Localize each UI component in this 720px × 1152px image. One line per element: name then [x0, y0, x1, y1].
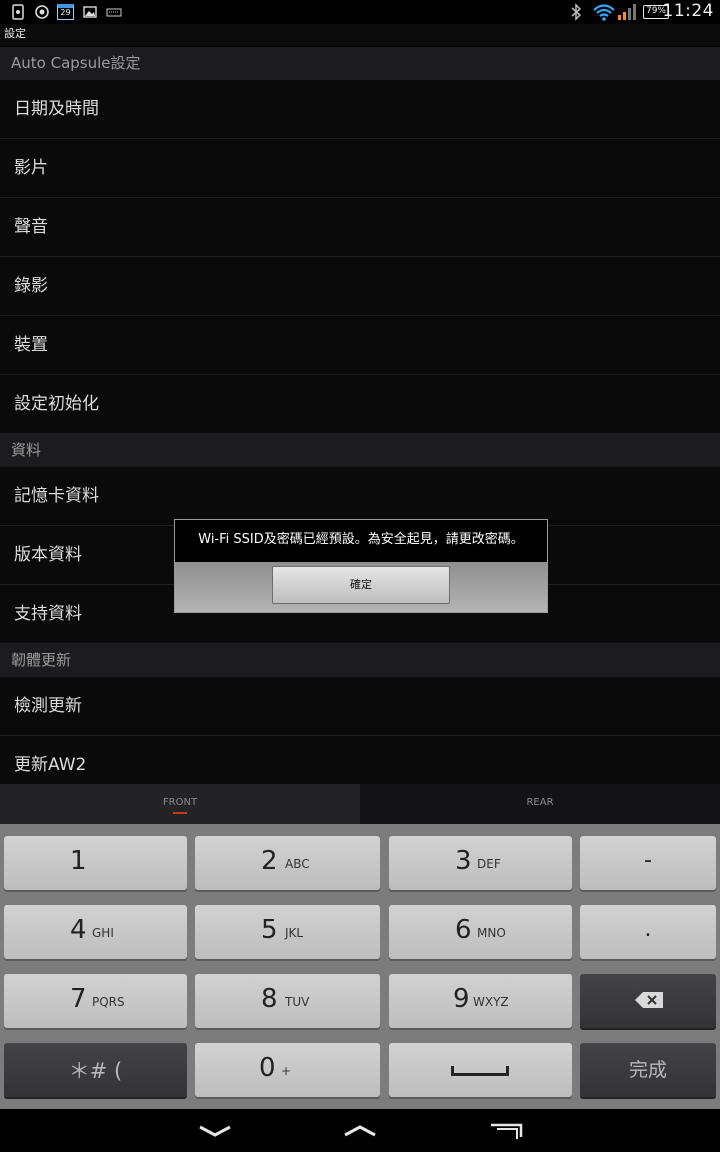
section-header-info: 資料: [0, 434, 720, 467]
list-item-reset-settings[interactable]: 設定初始化: [0, 375, 720, 434]
list-item-video[interactable]: 影片: [0, 139, 720, 198]
tab-rear-label: REAR: [526, 797, 554, 808]
key-letters: PQRS: [92, 995, 125, 1009]
active-tab-indicator: [173, 812, 187, 814]
list-item-check-update[interactable]: 檢測更新: [0, 677, 720, 736]
navigation-bar: [0, 1109, 720, 1152]
key-letters: ABC: [285, 857, 310, 871]
alert-dialog: Wi-Fi SSID及密碼已經預設。為安全起見，請更改密碼。 確定: [174, 519, 548, 613]
backspace-icon: [635, 992, 663, 1008]
key-letters: MNO: [477, 926, 506, 940]
signal-icon: [618, 4, 636, 20]
key-letters: JKL: [285, 926, 304, 940]
tab-front-label: FRONT: [162, 797, 198, 808]
key-digit: 8: [261, 984, 278, 1014]
key-letters: +: [281, 1064, 292, 1078]
key-letters: TUV: [285, 995, 310, 1009]
key-letters: GHI: [92, 926, 114, 940]
key-digit: 7: [70, 984, 87, 1014]
list-item-date-time[interactable]: 日期及時間: [0, 80, 720, 139]
key-backspace[interactable]: [580, 974, 716, 1028]
key-8[interactable]: 8 TUV: [195, 974, 380, 1028]
key-2[interactable]: 2 ABC: [195, 836, 380, 890]
tab-front[interactable]: FRONT: [0, 784, 360, 824]
space-icon: [451, 1066, 509, 1076]
key-symbols[interactable]: ＊# (: [4, 1043, 187, 1097]
key-letters: DEF: [477, 857, 501, 871]
numeric-keyboard: 1 2 ABC 3 DEF - 4 GHI 5 JKL 6 MNO . 7 PQ…: [0, 824, 720, 1109]
page-title: 設定: [0, 24, 720, 46]
key-digit: 0: [259, 1053, 276, 1083]
key-dash[interactable]: -: [580, 836, 716, 890]
wifi-icon: [593, 4, 615, 21]
back-icon[interactable]: [195, 1119, 235, 1143]
key-label: 完成: [628, 1059, 667, 1081]
bluetooth-icon: [571, 3, 582, 21]
calendar-icon: 29: [57, 4, 74, 20]
ok-button[interactable]: 確定: [272, 566, 450, 604]
list-item-recording[interactable]: 錄影: [0, 257, 720, 316]
list-item-sound[interactable]: 聲音: [0, 198, 720, 257]
key-digit: 6: [455, 915, 472, 945]
image-icon: [83, 6, 97, 18]
status-bar: 29 79% 11:24: [0, 0, 720, 24]
key-digit: 9: [453, 984, 470, 1014]
key-7[interactable]: 7 PQRS: [4, 974, 187, 1028]
tab-rear[interactable]: REAR: [360, 784, 720, 824]
dialog-footer: 確定: [175, 562, 547, 612]
key-letters: WXYZ: [473, 995, 509, 1009]
settings-list: Auto Capsule設定 日期及時間 影片 聲音 錄影 裝置 設定初始化 資…: [0, 47, 720, 795]
section-header-firmware-update: 韌體更新: [0, 644, 720, 677]
recent-apps-icon[interactable]: [487, 1119, 527, 1143]
clock: 11:24: [662, 1, 714, 21]
list-item-sd-card-info[interactable]: 記憶卡資料: [0, 467, 720, 526]
key-3[interactable]: 3 DEF: [389, 836, 572, 890]
dialog-message: Wi-Fi SSID及密碼已經預設。為安全起見，請更改密碼。: [175, 520, 547, 562]
key-4[interactable]: 4 GHI: [4, 905, 187, 959]
key-symbol: -: [644, 848, 652, 873]
key-digit: 5: [261, 915, 278, 945]
key-1[interactable]: 1: [4, 836, 187, 890]
key-space[interactable]: [389, 1043, 572, 1097]
key-6[interactable]: 6 MNO: [389, 905, 572, 959]
key-symbol: ＊# (: [68, 1059, 123, 1083]
key-0[interactable]: 0 +: [195, 1043, 380, 1097]
phone-icon: [12, 4, 24, 20]
camera-tabs: FRONT REAR: [0, 784, 720, 824]
key-5[interactable]: 5 JKL: [195, 905, 380, 959]
key-digit: 4: [70, 915, 87, 945]
keyboard-icon: [106, 8, 122, 17]
key-9[interactable]: 9 WXYZ: [389, 974, 572, 1028]
key-digit: 1: [70, 846, 87, 876]
location-target-icon: [35, 5, 49, 19]
list-item-device[interactable]: 裝置: [0, 316, 720, 375]
key-symbol: .: [644, 917, 652, 942]
key-digit: 3: [455, 846, 472, 876]
home-icon[interactable]: [340, 1119, 380, 1143]
section-header-auto-capsule: Auto Capsule設定: [0, 47, 720, 80]
key-period[interactable]: .: [580, 905, 716, 959]
key-digit: 2: [261, 846, 278, 876]
key-done[interactable]: 完成: [580, 1043, 716, 1097]
